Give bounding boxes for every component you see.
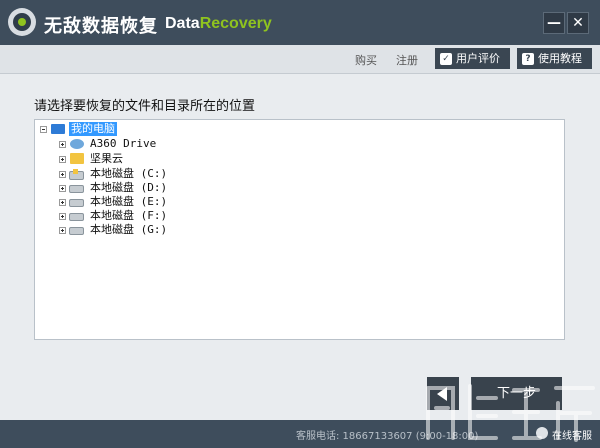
tree-node-a360-drive[interactable]: A360 Drive (59, 137, 158, 151)
back-button[interactable] (427, 377, 459, 410)
minimize-button[interactable]: — (543, 12, 565, 34)
folder-icon (69, 153, 85, 165)
tree-node-label: 本地磁盘 (F:) (90, 209, 168, 222)
tree-node-disk-c[interactable]: 本地磁盘 (C:) (59, 167, 169, 181)
tutorial-label: 使用教程 (538, 52, 582, 65)
disk-icon (69, 210, 85, 222)
tree-node-disk-e[interactable]: 本地磁盘 (E:) (59, 195, 169, 209)
disk-icon (69, 224, 85, 236)
buy-link[interactable]: 购买 (355, 52, 377, 68)
expand-icon[interactable] (59, 198, 66, 206)
tree-node-label: 本地磁盘 (D:) (90, 181, 168, 194)
tree-node-label: A360 Drive (90, 137, 157, 150)
tutorial-button[interactable]: ? 使用教程 (517, 48, 592, 69)
expand-icon[interactable] (59, 184, 66, 192)
support-agent-icon (536, 427, 548, 439)
a360-drive-icon (69, 138, 85, 150)
page-prompt: 请选择要恢复的文件和目录所在的位置 (34, 99, 256, 114)
collapse-icon[interactable] (40, 125, 47, 133)
brand-name: DataRecovery (165, 15, 272, 33)
tree-node-disk-g[interactable]: 本地磁盘 (G:) (59, 223, 169, 237)
disk-icon (69, 182, 85, 194)
tree-node-label: 本地磁盘 (G:) (90, 223, 168, 236)
user-review-button[interactable]: ✓ 用户评价 (435, 48, 510, 69)
location-tree[interactable]: 我的电脑 A360 Drive 坚果云 本地磁盘 (C:) 本地磁盘 (D:) … (34, 119, 565, 340)
next-step-button[interactable]: 下一步 (471, 377, 562, 410)
tree-node-disk-d[interactable]: 本地磁盘 (D:) (59, 181, 169, 195)
brand-part-recovery: Recovery (199, 15, 272, 32)
help-icon: ? (522, 52, 534, 65)
app-title: 无敌数据恢复 (44, 16, 158, 37)
status-bar: 客服电话: 18667133607 (9:00-18:00) 在线客服 (0, 420, 600, 448)
expand-icon[interactable] (59, 226, 66, 234)
brand-part-data: Data (165, 15, 200, 32)
system-disk-icon (69, 168, 85, 180)
support-hotline: 客服电话: 18667133607 (9:00-18:00) (296, 431, 479, 442)
thumbs-up-icon: ✓ (440, 52, 452, 65)
app-logo-icon (8, 8, 36, 36)
close-button[interactable]: ✕ (567, 12, 589, 34)
expand-icon[interactable] (59, 212, 66, 220)
tree-node-disk-f[interactable]: 本地磁盘 (F:) (59, 209, 169, 223)
expand-icon[interactable] (59, 140, 66, 148)
user-review-label: 用户评价 (456, 52, 500, 65)
tree-node-label: 坚果云 (90, 152, 123, 165)
disk-icon (69, 196, 85, 208)
computer-icon (50, 123, 66, 135)
toolbar: 购买 注册 ✓ 用户评价 ? 使用教程 (0, 45, 600, 74)
tree-node-label: 本地磁盘 (C:) (90, 167, 168, 180)
tree-node-jianguoyun[interactable]: 坚果云 (59, 152, 125, 166)
expand-icon[interactable] (59, 155, 66, 163)
tree-node-label: 我的电脑 (69, 122, 117, 136)
register-link[interactable]: 注册 (396, 52, 418, 68)
title-bar: 无敌数据恢复 DataRecovery — ✕ (0, 0, 600, 45)
online-support-link[interactable]: 在线客服 (552, 427, 592, 442)
tree-node-my-computer[interactable]: 我的电脑 (40, 122, 117, 136)
tree-node-label: 本地磁盘 (E:) (90, 195, 168, 208)
expand-icon[interactable] (59, 170, 66, 178)
